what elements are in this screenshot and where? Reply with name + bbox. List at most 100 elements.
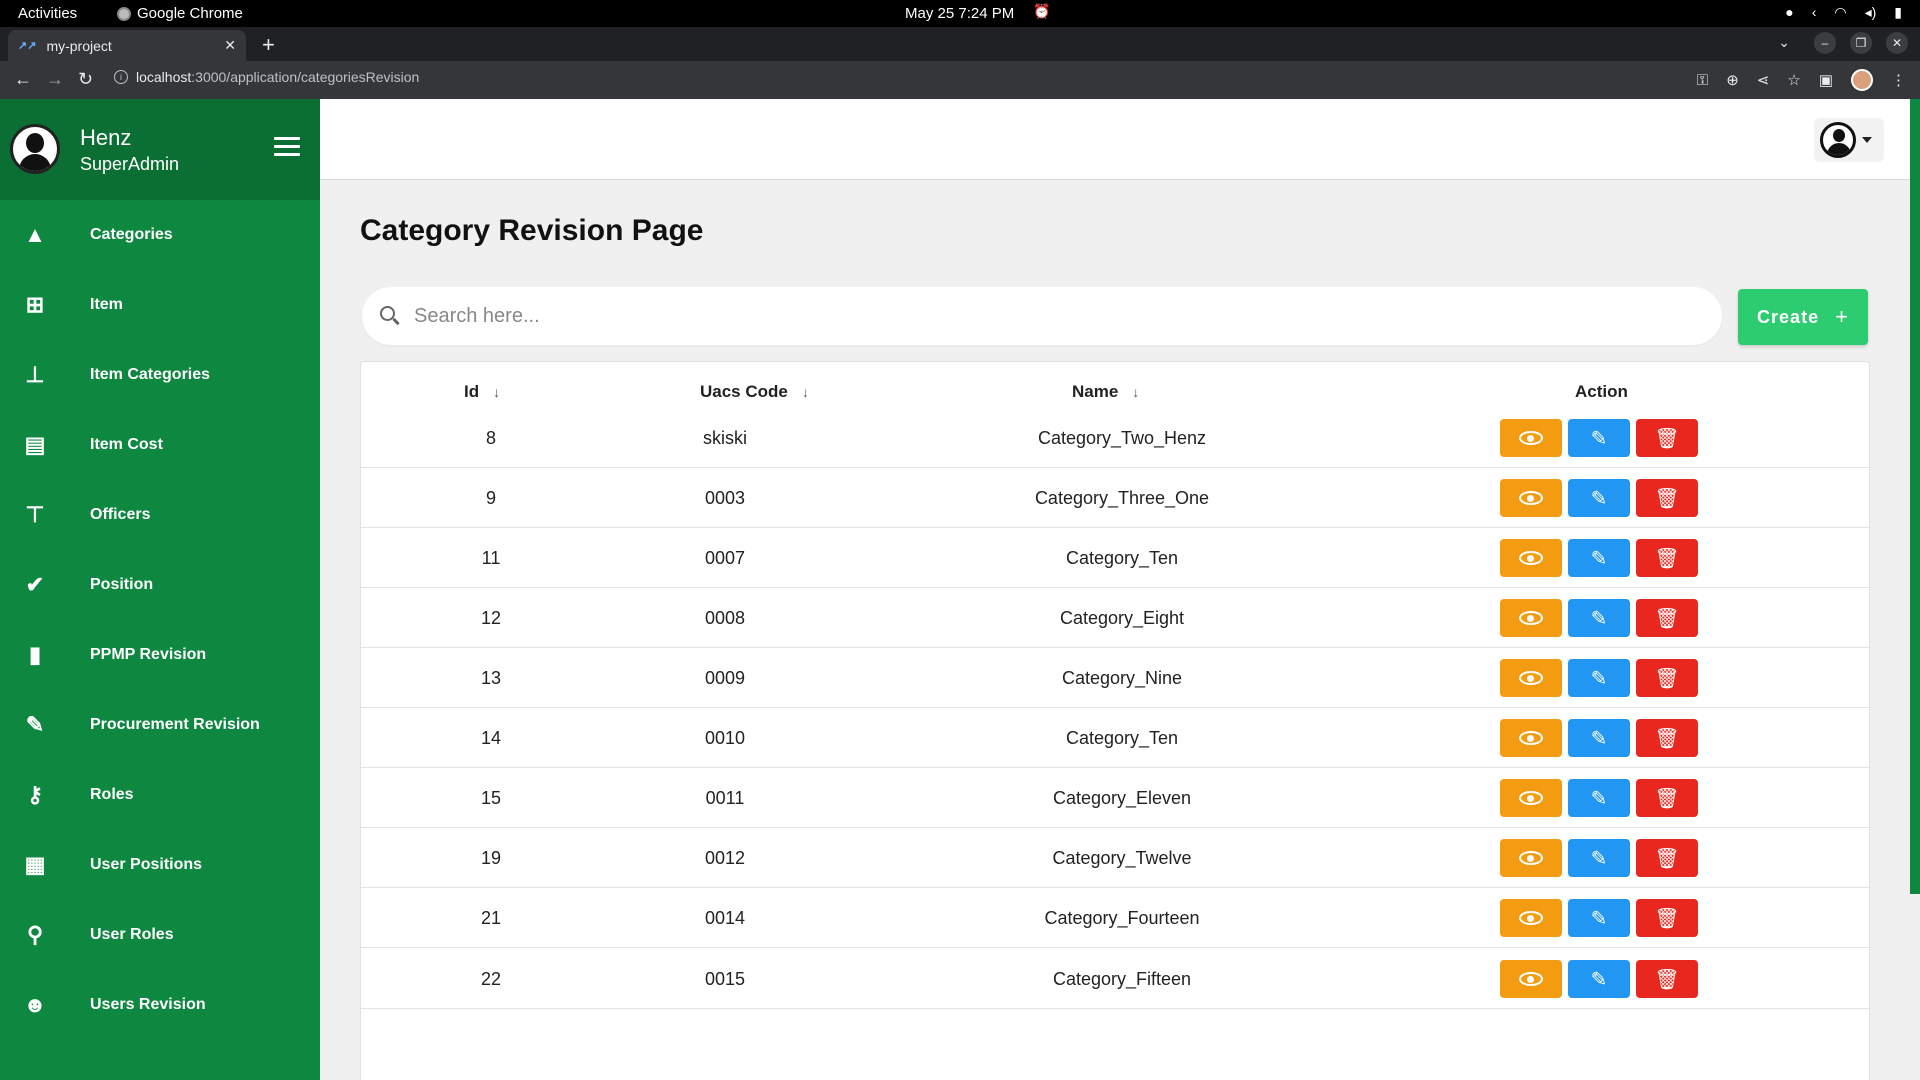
zoom-icon[interactable]: ⊕ bbox=[1726, 71, 1739, 89]
view-button[interactable] bbox=[1500, 599, 1562, 637]
sidebar-item-position[interactable]: ✔ Position bbox=[0, 550, 320, 620]
delete-button[interactable]: 🗑 bbox=[1636, 479, 1698, 517]
delete-button[interactable]: 🗑 bbox=[1636, 719, 1698, 757]
delete-button[interactable]: 🗑 bbox=[1636, 599, 1698, 637]
delete-button[interactable]: 🗑 bbox=[1636, 960, 1698, 998]
sidebar-item-officers[interactable]: ⊤ Officers bbox=[0, 480, 320, 550]
edit-button[interactable]: ✎ bbox=[1568, 779, 1630, 817]
view-button[interactable] bbox=[1500, 960, 1562, 998]
create-button[interactable]: Create + bbox=[1738, 289, 1868, 345]
delete-button[interactable]: 🗑 bbox=[1636, 899, 1698, 937]
close-window-button[interactable]: ✕ bbox=[1886, 32, 1908, 54]
view-button[interactable] bbox=[1500, 839, 1562, 877]
sidebar-item-procurement-revision[interactable]: ✎ Procurement Revision bbox=[0, 690, 320, 760]
system-tray[interactable]: ● ‹ ◠ ◂) ▮ bbox=[1785, 4, 1902, 21]
sidebar-item-categories[interactable]: ▲ Categories bbox=[0, 200, 320, 270]
cell-uacs-code: 0009 bbox=[704, 667, 746, 688]
sidepanel-icon[interactable]: ▣ bbox=[1819, 71, 1833, 89]
eye-icon bbox=[1519, 731, 1543, 745]
user-name: Henz bbox=[80, 125, 132, 150]
search-input[interactable] bbox=[414, 304, 1694, 328]
more-icon[interactable]: ⋮ bbox=[1891, 71, 1906, 89]
row-actions: ✎ 🗑 bbox=[1500, 779, 1698, 817]
sidebar-item-item-categories[interactable]: ⊥ Item Categories bbox=[0, 340, 320, 410]
back-icon[interactable]: ← bbox=[14, 69, 32, 90]
view-button[interactable] bbox=[1500, 719, 1562, 757]
share-icon[interactable]: ⋖ bbox=[1757, 71, 1770, 89]
column-header-uacs-code[interactable]: Uacs Code ↓ bbox=[700, 382, 809, 402]
view-button[interactable] bbox=[1500, 779, 1562, 817]
sidebar-item-label: Categories bbox=[90, 226, 173, 243]
view-button[interactable] bbox=[1500, 419, 1562, 457]
edit-button[interactable]: ✎ bbox=[1568, 899, 1630, 937]
cash-icon: ▤ bbox=[24, 432, 46, 457]
scrollbar-thumb[interactable] bbox=[1910, 99, 1920, 894]
browser-tab[interactable]: ↗↗ my-project ✕ bbox=[8, 30, 246, 61]
cell-id: 14 bbox=[480, 727, 502, 748]
sort-arrow-icon[interactable]: ↓ bbox=[493, 384, 500, 400]
profile-avatar[interactable] bbox=[1851, 69, 1873, 91]
delete-button[interactable]: 🗑 bbox=[1636, 839, 1698, 877]
clock[interactable]: May 25 7:24 PM bbox=[905, 5, 1014, 22]
star-icon[interactable]: ☆ bbox=[1787, 71, 1800, 89]
delete-button[interactable]: 🗑 bbox=[1636, 779, 1698, 817]
view-button[interactable] bbox=[1500, 659, 1562, 697]
edit-button[interactable]: ✎ bbox=[1568, 960, 1630, 998]
activities-button[interactable]: Activities bbox=[18, 5, 77, 22]
restore-button[interactable]: ❐ bbox=[1850, 32, 1872, 54]
hamburger-menu-icon[interactable] bbox=[274, 137, 300, 161]
edit-button[interactable]: ✎ bbox=[1568, 719, 1630, 757]
chevron-left-icon[interactable]: ‹ bbox=[1812, 4, 1817, 21]
delete-button[interactable]: 🗑 bbox=[1636, 659, 1698, 697]
sidebar-item-user-roles[interactable]: ⚲ User Roles bbox=[0, 900, 320, 970]
sidebar-item-label: Officers bbox=[90, 506, 151, 523]
chrome-icon bbox=[117, 6, 131, 21]
sidebar-item-user-positions[interactable]: ▦ User Positions bbox=[0, 830, 320, 900]
sidebar-header: Henz SuperAdmin bbox=[0, 99, 320, 200]
sidebar-item-roles[interactable]: ⚷ Roles bbox=[0, 760, 320, 830]
pencil-icon: ✎ bbox=[1590, 607, 1608, 630]
url-field[interactable]: i localhost:3000/application/categoriesR… bbox=[114, 69, 419, 85]
edit-button[interactable]: ✎ bbox=[1568, 419, 1630, 457]
close-icon[interactable]: ✕ bbox=[224, 37, 236, 54]
sidebar-item-item-cost[interactable]: ▤ Item Cost bbox=[0, 410, 320, 480]
key-icon[interactable]: ⚿ bbox=[1697, 72, 1708, 89]
search-icon bbox=[380, 306, 400, 326]
edit-button[interactable]: ✎ bbox=[1568, 539, 1630, 577]
view-button[interactable] bbox=[1500, 899, 1562, 937]
new-tab-button[interactable]: + bbox=[262, 32, 275, 58]
delete-button[interactable]: 🗑 bbox=[1636, 539, 1698, 577]
user-menu-dropdown[interactable] bbox=[1814, 118, 1884, 162]
chevron-down-icon[interactable]: ⌄ bbox=[1778, 34, 1790, 51]
table-row: 14 0010 Category_Ten ✎ 🗑 bbox=[361, 708, 1871, 768]
edit-button[interactable]: ✎ bbox=[1568, 479, 1630, 517]
forward-icon[interactable]: → bbox=[46, 69, 64, 90]
edit-button[interactable]: ✎ bbox=[1568, 839, 1630, 877]
info-icon[interactable]: i bbox=[114, 70, 128, 84]
pencil-icon: ✎ bbox=[1590, 907, 1608, 930]
view-button[interactable] bbox=[1500, 479, 1562, 517]
sort-arrow-icon[interactable]: ↓ bbox=[802, 384, 809, 400]
cell-uacs-code: 0011 bbox=[705, 787, 745, 808]
sort-arrow-icon[interactable]: ↓ bbox=[1132, 384, 1139, 400]
os-top-bar: Activities Google Chrome May 25 7:24 PM … bbox=[0, 0, 1920, 27]
discord-icon[interactable]: ● bbox=[1785, 4, 1793, 21]
app-indicator[interactable]: Google Chrome bbox=[117, 5, 243, 22]
trash-icon: 🗑 bbox=[1654, 667, 1680, 690]
delete-button[interactable]: 🗑 bbox=[1636, 419, 1698, 457]
row-actions: ✎ 🗑 bbox=[1500, 419, 1698, 457]
page-viewport: Henz SuperAdmin ▲ Categories ⊞ Item ⊥ Item … bbox=[0, 99, 1920, 1080]
sidebar-item-label: PPMP Revision bbox=[90, 646, 207, 663]
edit-button[interactable]: ✎ bbox=[1568, 599, 1630, 637]
reload-icon[interactable]: ↻ bbox=[78, 69, 93, 90]
sidebar-item-item[interactable]: ⊞ Item bbox=[0, 270, 320, 340]
sidebar-item-users-revision[interactable]: ☻ Users Revision bbox=[0, 970, 320, 1040]
minimize-button[interactable]: – bbox=[1814, 32, 1836, 54]
sidebar-item-ppmp-revision[interactable]: ▮ PPMP Revision bbox=[0, 620, 320, 690]
view-button[interactable] bbox=[1500, 539, 1562, 577]
edit-button[interactable]: ✎ bbox=[1568, 659, 1630, 697]
eye-icon bbox=[1519, 851, 1543, 865]
column-header-name[interactable]: Name ↓ bbox=[1072, 382, 1139, 402]
table-row: 22 0015 Category_Fifteen ✎ 🗑 bbox=[361, 949, 1871, 1009]
column-header-id[interactable]: Id ↓ bbox=[464, 382, 500, 402]
